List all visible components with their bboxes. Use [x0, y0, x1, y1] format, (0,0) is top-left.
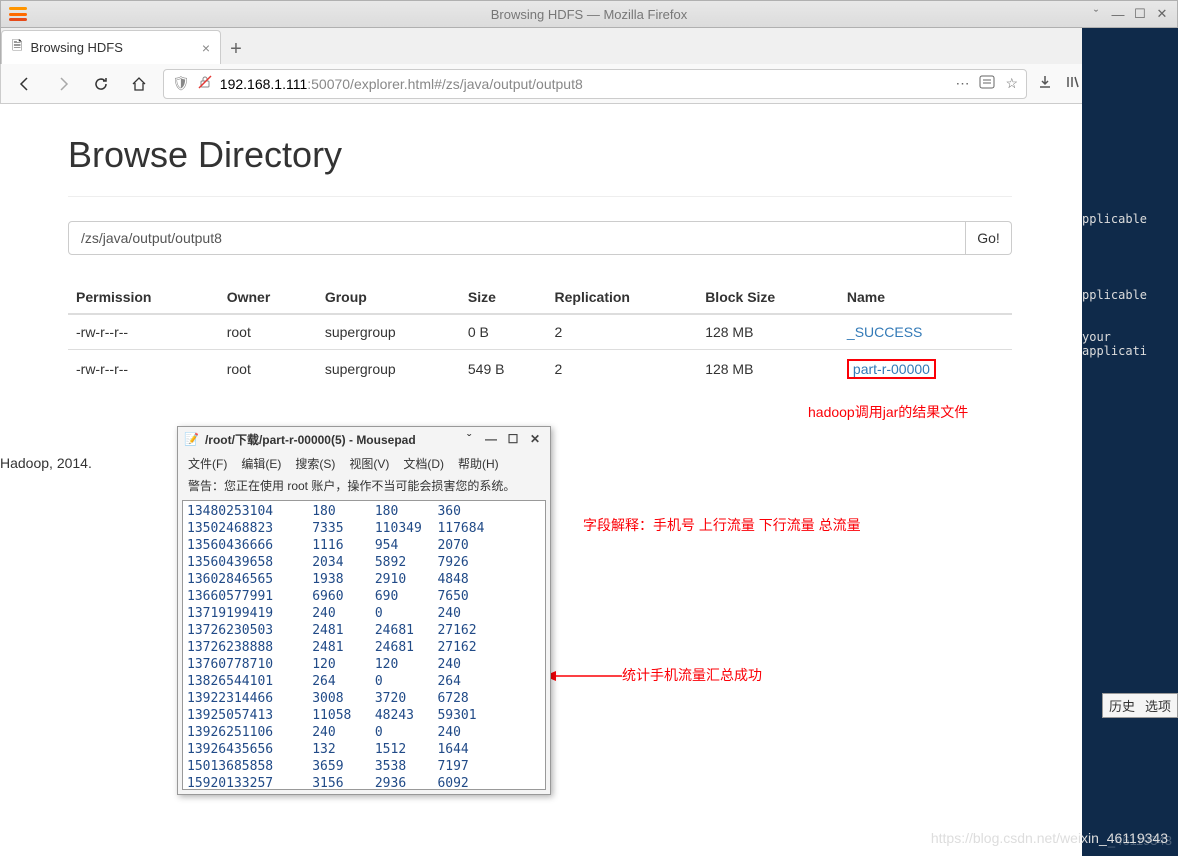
page-watermark: https://blog.csdn.net/weixin_46119343 — [931, 830, 1168, 846]
reader-icon[interactable] — [979, 75, 995, 92]
menu-search[interactable]: 搜索(S) — [295, 455, 335, 472]
page-content: Browse Directory Go! Permission Owner Gr… — [0, 104, 1080, 388]
go-button[interactable]: Go! — [966, 221, 1012, 255]
tab-favicon: 🗎 — [12, 37, 22, 59]
new-tab-button[interactable]: + — [221, 34, 251, 64]
tab-strip: 🗎 Browsing HDFS × + — [0, 28, 1178, 64]
menu-help[interactable]: 帮助(H) — [458, 455, 499, 472]
mp-up-icon[interactable]: ˇ — [460, 432, 478, 446]
col-permission: Permission — [68, 281, 219, 314]
table-row: -rw-r--r-- root supergroup 0 B 2 128 MB … — [68, 314, 1012, 350]
footer-text: Hadoop, 2014. — [0, 455, 92, 471]
annotation-result-file: hadoop调用jar的结果文件 — [808, 402, 968, 422]
arrow-annotation — [544, 669, 624, 685]
window-up-icon[interactable]: ˇ — [1085, 4, 1107, 24]
browser-toolbar: 🛡 192.168.1.111:50070/explorer.html#/zs/… — [0, 64, 1178, 104]
mousepad-text-area[interactable]: 13480253104 180 180 360 13502468823 7335… — [182, 500, 546, 790]
bookmark-star-icon[interactable]: ☆ — [1005, 75, 1018, 92]
col-name: Name — [839, 281, 1012, 314]
mousepad-title: /root/下载/part-r-00000(5) - Mousepad — [205, 431, 416, 448]
insecure-icon[interactable] — [198, 75, 212, 92]
file-link-part[interactable]: part-r-00000 — [853, 361, 930, 377]
col-group: Group — [317, 281, 460, 314]
mp-min-icon[interactable]: — — [482, 432, 500, 446]
page-actions-icon[interactable]: ⋯ — [955, 75, 969, 92]
annotation-stat-ok: 统计手机流量汇总成功 — [622, 665, 762, 685]
background-terminal: pplicable pplicable your applicati 历史 选项… — [1082, 28, 1178, 856]
menu-doc[interactable]: 文档(D) — [403, 455, 444, 472]
library-icon[interactable] — [1065, 74, 1081, 93]
col-owner: Owner — [219, 281, 317, 314]
app-menu-icon[interactable] — [9, 7, 27, 21]
mp-max-icon[interactable]: ☐ — [504, 432, 522, 446]
url-text: 192.168.1.111:50070/explorer.html#/zs/ja… — [220, 76, 948, 92]
mp-close-icon[interactable]: ✕ — [526, 432, 544, 446]
mousepad-titlebar[interactable]: 📝 /root/下载/part-r-00000(5) - Mousepad ˇ … — [178, 427, 550, 451]
mousepad-menubar: 文件(F) 编辑(E) 搜索(S) 视图(V) 文档(D) 帮助(H) — [178, 451, 550, 475]
window-close-icon[interactable]: ✕ — [1151, 4, 1173, 24]
col-replication: Replication — [547, 281, 698, 314]
table-row: -rw-r--r-- root supergroup 549 B 2 128 M… — [68, 350, 1012, 389]
forward-button[interactable] — [49, 70, 77, 98]
mousepad-window: 📝 /root/下载/part-r-00000(5) - Mousepad ˇ … — [177, 426, 551, 795]
url-bar[interactable]: 🛡 192.168.1.111:50070/explorer.html#/zs/… — [163, 69, 1027, 99]
file-table: Permission Owner Group Size Replication … — [68, 281, 1012, 388]
menu-edit[interactable]: 编辑(E) — [241, 455, 281, 472]
tab-label: Browsing HDFS — [30, 40, 122, 55]
mousepad-app-icon: 📝 — [184, 432, 199, 446]
home-button[interactable] — [125, 70, 153, 98]
col-blocksize: Block Size — [697, 281, 839, 314]
mousepad-warning: 警告：您正在使用 root 账户，操作不当可能会损害您的系统。 — [178, 475, 550, 500]
menu-view[interactable]: 视图(V) — [349, 455, 389, 472]
page-heading: Browse Directory — [68, 134, 1012, 176]
menu-file[interactable]: 文件(F) — [188, 455, 227, 472]
back-button[interactable] — [11, 70, 39, 98]
dark-tabs[interactable]: 历史 选项 — [1102, 693, 1178, 718]
window-title: Browsing HDFS — Mozilla Firefox — [491, 7, 688, 22]
tab-close-icon[interactable]: × — [202, 40, 210, 56]
path-input[interactable] — [68, 221, 966, 255]
window-maximize-icon[interactable]: ☐ — [1129, 4, 1151, 24]
annotation-field-desc: 字段解释：手机号 上行流量 下行流量 总流量 — [583, 515, 861, 535]
window-minimize-icon[interactable]: — — [1107, 4, 1129, 24]
shield-icon[interactable]: 🛡 — [172, 75, 190, 92]
col-size: Size — [460, 281, 547, 314]
downloads-icon[interactable] — [1037, 74, 1053, 93]
reload-button[interactable] — [87, 70, 115, 98]
window-titlebar: Browsing HDFS — Mozilla Firefox ˇ — ☐ ✕ — [0, 0, 1178, 28]
tab-browsing-hdfs[interactable]: 🗎 Browsing HDFS × — [1, 30, 221, 64]
file-link-success[interactable]: _SUCCESS — [847, 324, 922, 340]
